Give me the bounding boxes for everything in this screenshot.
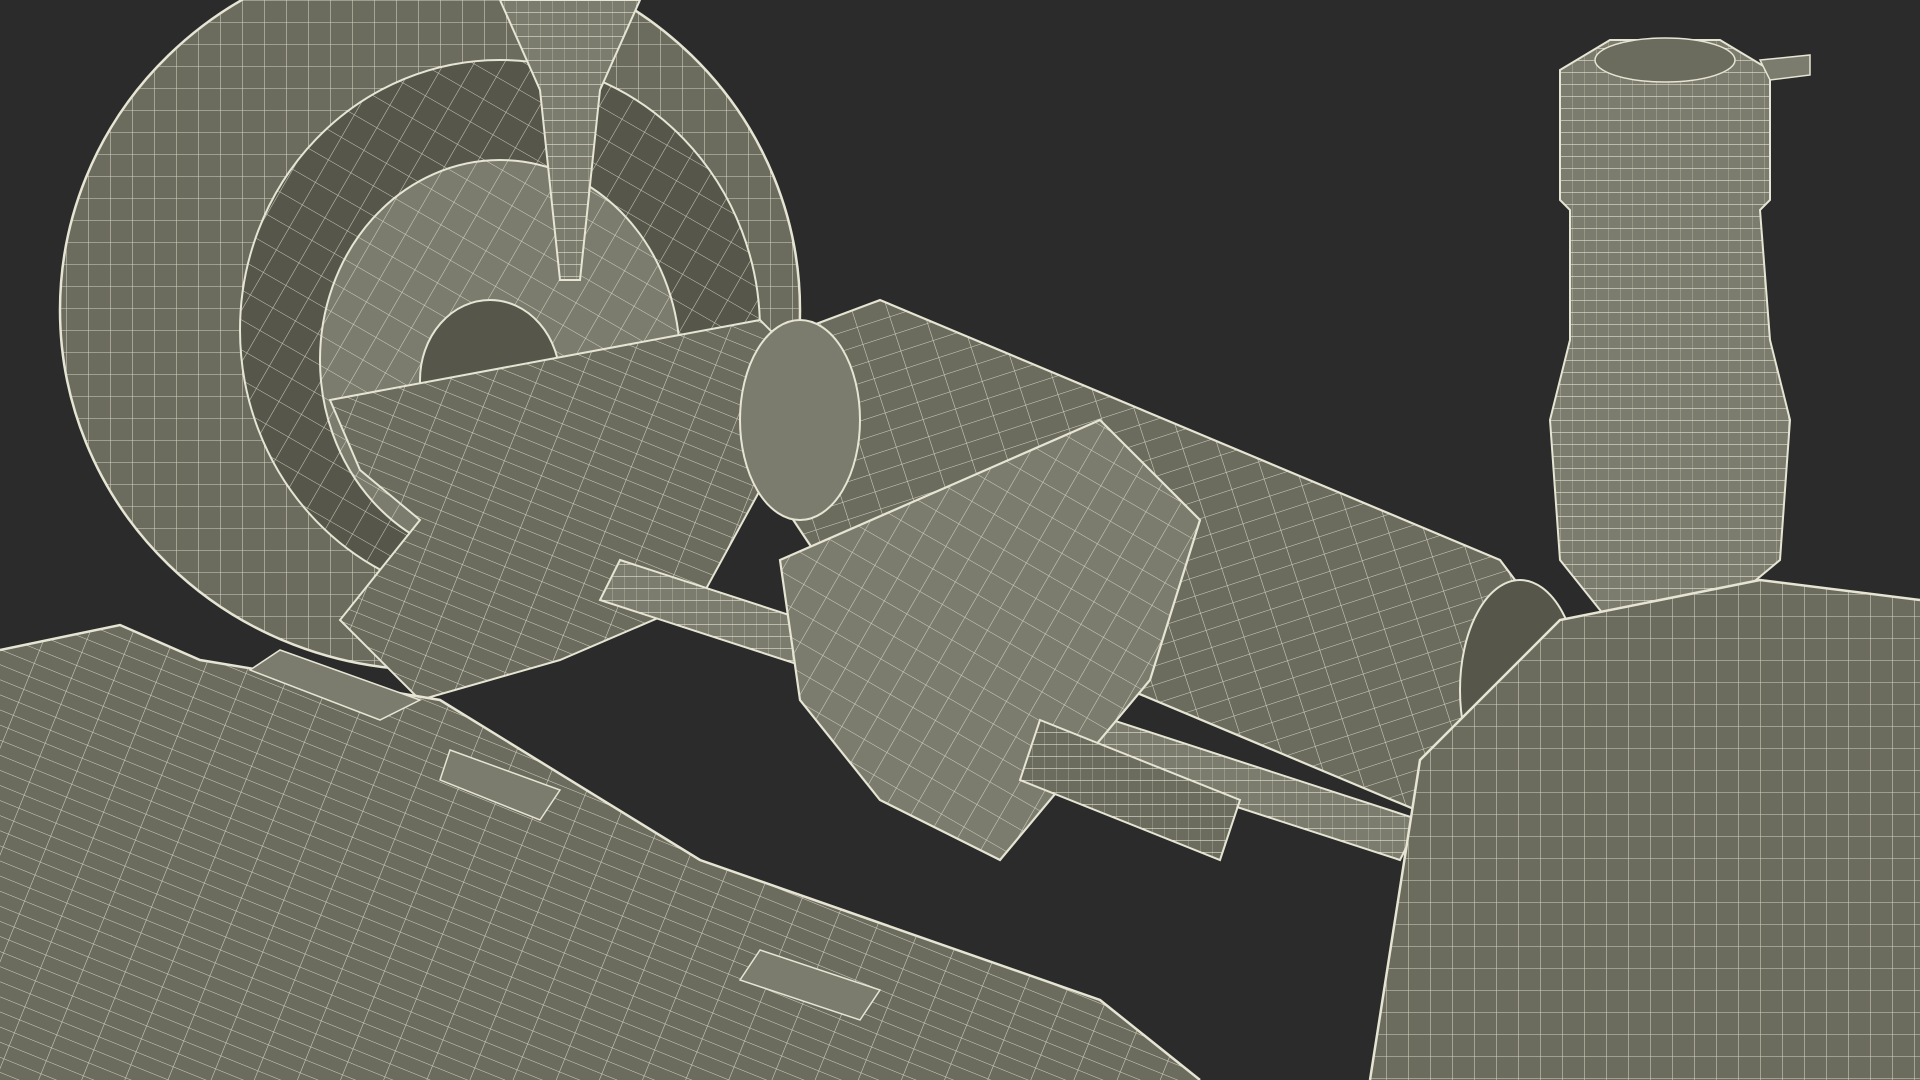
air-spring (1548, 37, 1811, 661)
wireframe-render (0, 0, 1920, 1080)
render-viewport (0, 0, 1920, 1080)
